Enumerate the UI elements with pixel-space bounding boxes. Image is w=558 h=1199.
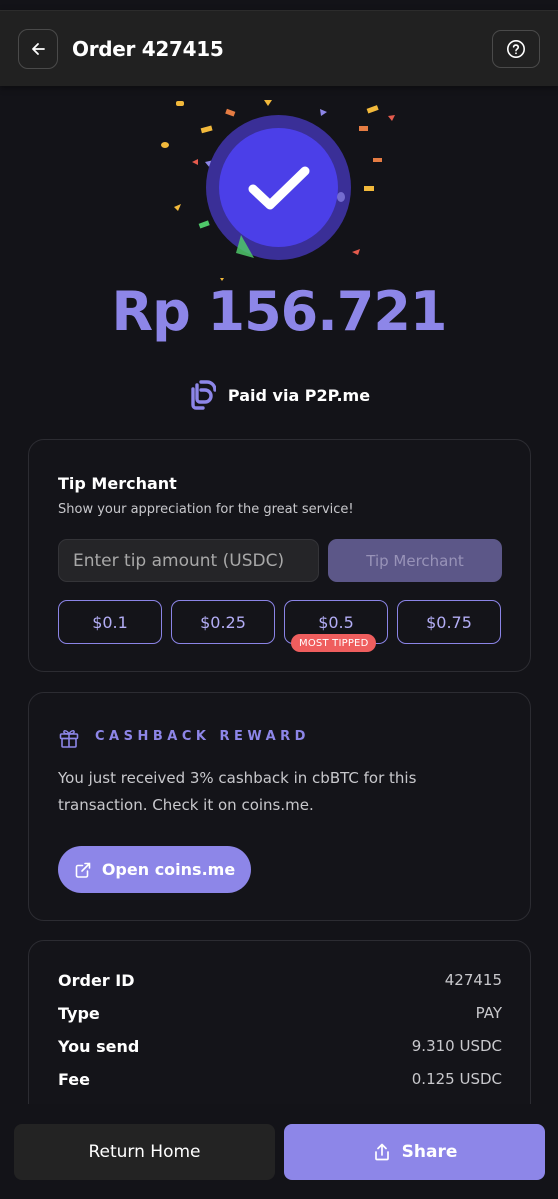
tip-option-0-75[interactable]: $0.75 (397, 600, 501, 644)
arrow-left-icon (32, 42, 45, 55)
tip-merchant-card: Tip Merchant Show your appreciation for … (28, 439, 531, 672)
cashback-description: You just received 3% cashback in cbBTC f… (58, 769, 417, 814)
header-bar: Order 427415 (0, 10, 558, 86)
payment-amount: Rp 156.721 (111, 280, 448, 343)
most-tipped-badge: MOST TIPPED (291, 634, 377, 652)
page-title: Order 427415 (72, 36, 224, 61)
detail-row: Fee 0.125 USDC (58, 1070, 502, 1089)
share-label: Share (401, 1142, 458, 1162)
question-circle-icon (507, 39, 525, 58)
tip-subtitle: Show your appreciation for the great ser… (58, 502, 354, 517)
paid-via-label: Paid via P2P.me (227, 385, 371, 405)
gift-icon (59, 730, 79, 748)
detail-row: Type PAY (58, 1004, 502, 1023)
detail-row: You send 9.310 USDC (58, 1037, 502, 1056)
tip-amount-input[interactable] (58, 539, 319, 582)
share-icon (374, 1143, 389, 1161)
return-home-button[interactable]: Return Home (14, 1124, 275, 1180)
confetti-front-decoration (236, 192, 345, 258)
cashback-card: CASHBACK REWARD You just received 3% cas… (28, 692, 531, 921)
tip-option-0-25[interactable]: $0.25 (171, 600, 275, 644)
detail-label: Type (58, 1004, 100, 1023)
detail-value: PAY (475, 1004, 502, 1022)
external-link-icon (75, 862, 91, 878)
cashback-title: CASHBACK REWARD (95, 729, 310, 744)
tip-option-0-1[interactable]: $0.1 (58, 600, 162, 644)
bottom-action-bar: Return Home Share (0, 1104, 558, 1199)
help-button[interactable] (492, 29, 540, 68)
back-button[interactable] (18, 28, 58, 69)
detail-label: Fee (58, 1070, 90, 1089)
tip-merchant-button[interactable]: Tip Merchant (328, 539, 502, 582)
paid-via-row: Paid via P2P.me (0, 380, 558, 410)
success-hero (0, 90, 558, 290)
share-button[interactable]: Share (284, 1124, 545, 1180)
order-success-screen: Order 427415 Rp 156.721 Paid via P2P.me … (0, 0, 558, 1199)
detail-label: You send (58, 1037, 140, 1056)
p2p-logo-icon (191, 380, 216, 410)
detail-row: Order ID 427415 (58, 971, 502, 990)
detail-value: 427415 (444, 971, 502, 989)
detail-label: Order ID (58, 971, 135, 990)
detail-value: 0.125 USDC (411, 1070, 502, 1088)
detail-value: 9.310 USDC (411, 1037, 502, 1055)
tip-title: Tip Merchant (58, 474, 177, 493)
open-coins-label: Open coins.me (101, 860, 236, 879)
open-coins-button[interactable]: Open coins.me (58, 846, 251, 893)
